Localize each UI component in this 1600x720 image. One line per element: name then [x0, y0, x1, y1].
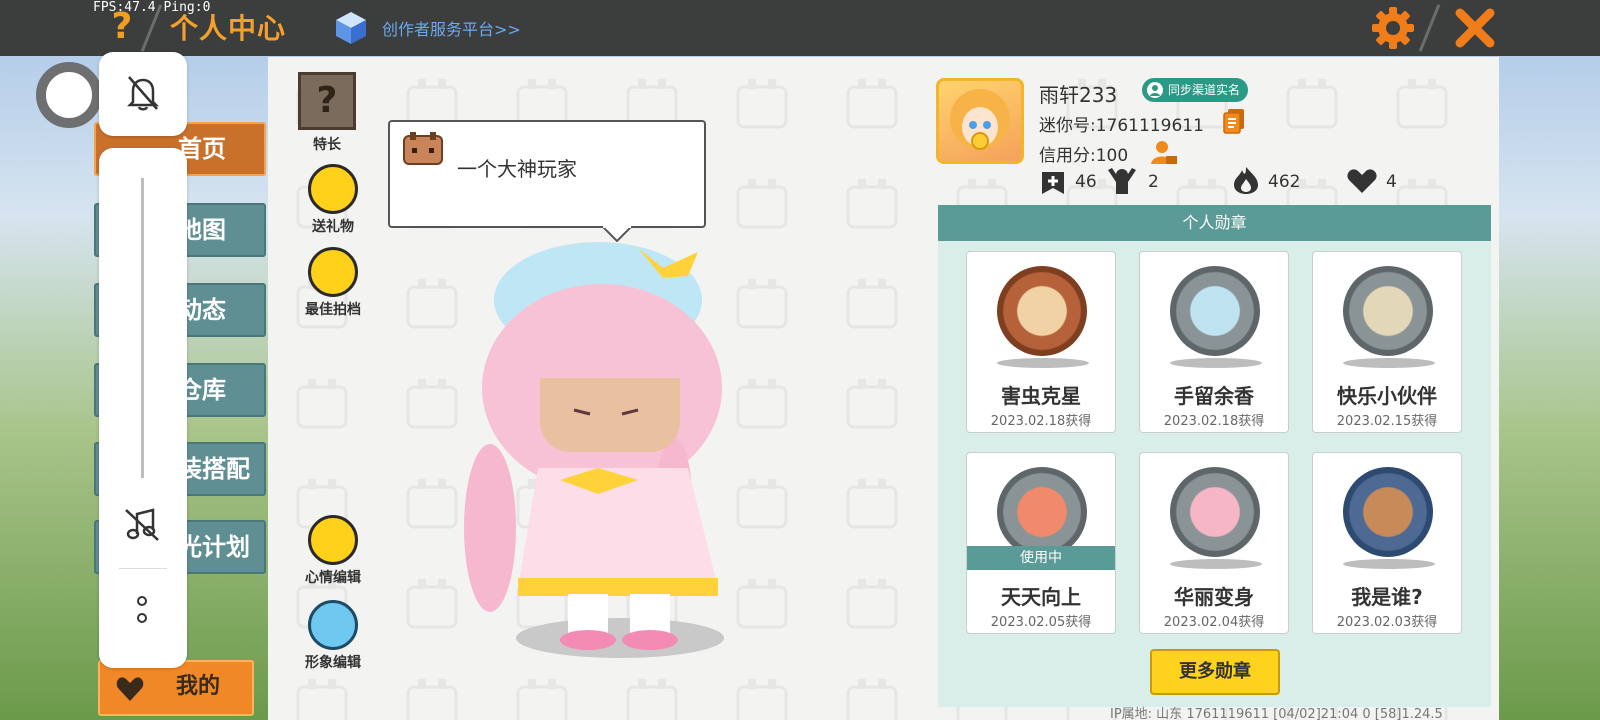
mood-edit-action[interactable]: 心情编辑 — [298, 515, 368, 587]
user-check-icon — [1147, 82, 1163, 98]
medal-shadow — [1343, 559, 1435, 569]
medal-name: 天天向上 — [1001, 585, 1081, 609]
handshake-icon — [308, 247, 358, 297]
specialty-label: 特长 — [313, 137, 341, 153]
look-edit-label: 形象编辑 — [305, 655, 361, 671]
mine-label: 我的 — [176, 674, 221, 699]
medal-name: 手留余香 — [1174, 384, 1254, 408]
more-icon[interactable] — [135, 594, 149, 628]
map-plus-icon — [1042, 172, 1064, 194]
transform-medal-icon — [1170, 467, 1260, 557]
medals-header: 个人勋章 — [938, 205, 1491, 241]
medal-shadow — [1343, 358, 1435, 368]
sync-realname-badge[interactable]: 同步渠道实名 — [1142, 78, 1249, 102]
partner-action[interactable]: 最佳拍档 — [298, 247, 368, 319]
volume-card[interactable] — [99, 148, 187, 668]
mine-button[interactable]: 我的 — [98, 660, 254, 716]
medal-card[interactable]: 使用中 天天向上 2023.02.05获得 — [966, 452, 1116, 634]
more-medals-button[interactable]: 更多勋章 — [1150, 649, 1280, 695]
mini-block-icon — [403, 132, 443, 165]
avatar-face — [950, 89, 1010, 150]
medal-shadow — [1170, 559, 1262, 569]
credit-user-icon[interactable] — [1150, 138, 1178, 166]
medal-card[interactable]: 我是谁? 2023.02.03获得 — [1312, 452, 1462, 634]
cube-icon[interactable] — [334, 10, 368, 46]
outfit-icon — [308, 600, 358, 650]
character-avatar[interactable] — [448, 228, 748, 668]
buddy-medal-icon — [1343, 266, 1433, 356]
creator-platform-link[interactable]: 创作者服务平台>> — [382, 16, 521, 40]
edit-icon — [308, 515, 358, 565]
medal-name: 华丽变身 — [1174, 585, 1254, 609]
fans-count: 2 — [1148, 172, 1159, 192]
medal-date: 2023.02.05获得 — [990, 615, 1092, 630]
gift-label: 送礼物 — [312, 219, 354, 235]
floating-ball[interactable] — [36, 62, 102, 128]
gear-icon[interactable] — [1370, 5, 1416, 51]
medal-card[interactable]: 华丽变身 2023.02.04获得 — [1139, 452, 1289, 634]
username: 雨轩233 — [1039, 83, 1118, 107]
heat-count: 462 — [1268, 172, 1301, 192]
look-edit-action[interactable]: 形象编辑 — [298, 600, 368, 672]
volume-slider[interactable] — [141, 178, 144, 478]
progress-medal-icon — [997, 467, 1087, 557]
music-off-icon[interactable] — [123, 506, 161, 542]
avatar[interactable] — [936, 78, 1024, 164]
partner-label: 最佳拍档 — [305, 302, 361, 318]
mute-card[interactable] — [99, 52, 187, 136]
sync-badge-label: 同步渠道实名 — [1168, 83, 1241, 97]
mini-id: 迷你号:1761119611 — [1039, 116, 1204, 136]
page-title: 个人中心 — [170, 12, 287, 45]
likes-count: 4 — [1386, 172, 1397, 192]
in-use-badge: 使用中 — [967, 546, 1115, 570]
gift-action[interactable]: 送礼物 — [298, 164, 368, 236]
medal-date: 2023.02.18获得 — [1163, 414, 1265, 429]
medal-card[interactable]: 手留余香 2023.02.18获得 — [1139, 251, 1289, 433]
medal-shadow — [997, 358, 1089, 368]
credit-score: 信用分:100 — [1039, 146, 1129, 166]
flame-icon — [1234, 167, 1258, 194]
fans-icon — [1108, 168, 1136, 194]
medal-card[interactable]: 害虫克星 2023.02.18获得 — [966, 251, 1116, 433]
medal-date: 2023.02.15获得 — [1336, 414, 1438, 429]
medal-date: 2023.02.04获得 — [1163, 615, 1265, 630]
maps-count: 46 — [1075, 172, 1097, 192]
medal-shadow — [1170, 358, 1262, 368]
fragrance-medal-icon — [1170, 266, 1260, 356]
pest-medal-icon — [997, 266, 1087, 356]
copy-icon[interactable] — [1222, 108, 1246, 134]
specialty-action[interactable]: ? 特长 — [292, 72, 362, 154]
signature-text: 一个大神玩家 — [457, 157, 577, 181]
heart-icon — [116, 677, 144, 701]
mood-edit-label: 心情编辑 — [305, 570, 361, 586]
bell-off-icon — [126, 76, 160, 111]
medal-date: 2023.02.18获得 — [990, 414, 1092, 429]
medal-date: 2023.02.03获得 — [1336, 615, 1438, 630]
medal-name: 害虫克星 — [1001, 384, 1081, 408]
divider — [119, 568, 167, 569]
footer-info: IP属地: 山东 1761119611 [04/02]21:04 0 [58]1… — [1110, 707, 1443, 720]
close-icon[interactable] — [1452, 5, 1498, 51]
medal-card[interactable]: 快乐小伙伴 2023.02.15获得 — [1312, 251, 1462, 433]
gift-icon — [308, 164, 358, 214]
likes-icon — [1347, 169, 1377, 193]
question-icon: ? — [298, 72, 356, 130]
medal-name: 快乐小伙伴 — [1337, 384, 1437, 408]
medal-name: 我是谁? — [1351, 585, 1423, 609]
who-am-i-medal-icon — [1343, 467, 1433, 557]
